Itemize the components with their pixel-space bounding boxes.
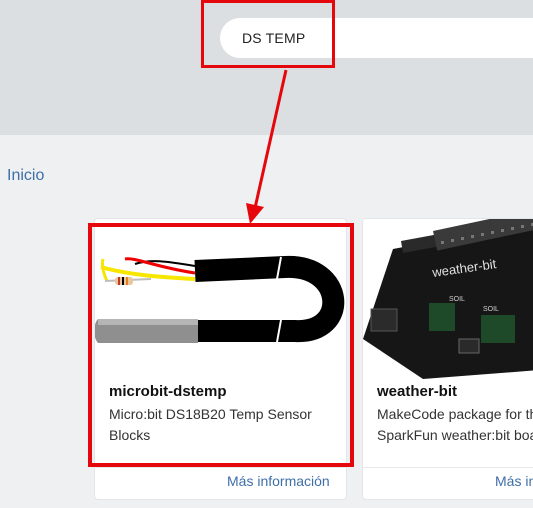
annotation-arrow bbox=[246, 69, 288, 224]
makecode-extensions-page: DS TEMP Inicio microbit-dstemp Micro:bit… bbox=[0, 0, 533, 508]
